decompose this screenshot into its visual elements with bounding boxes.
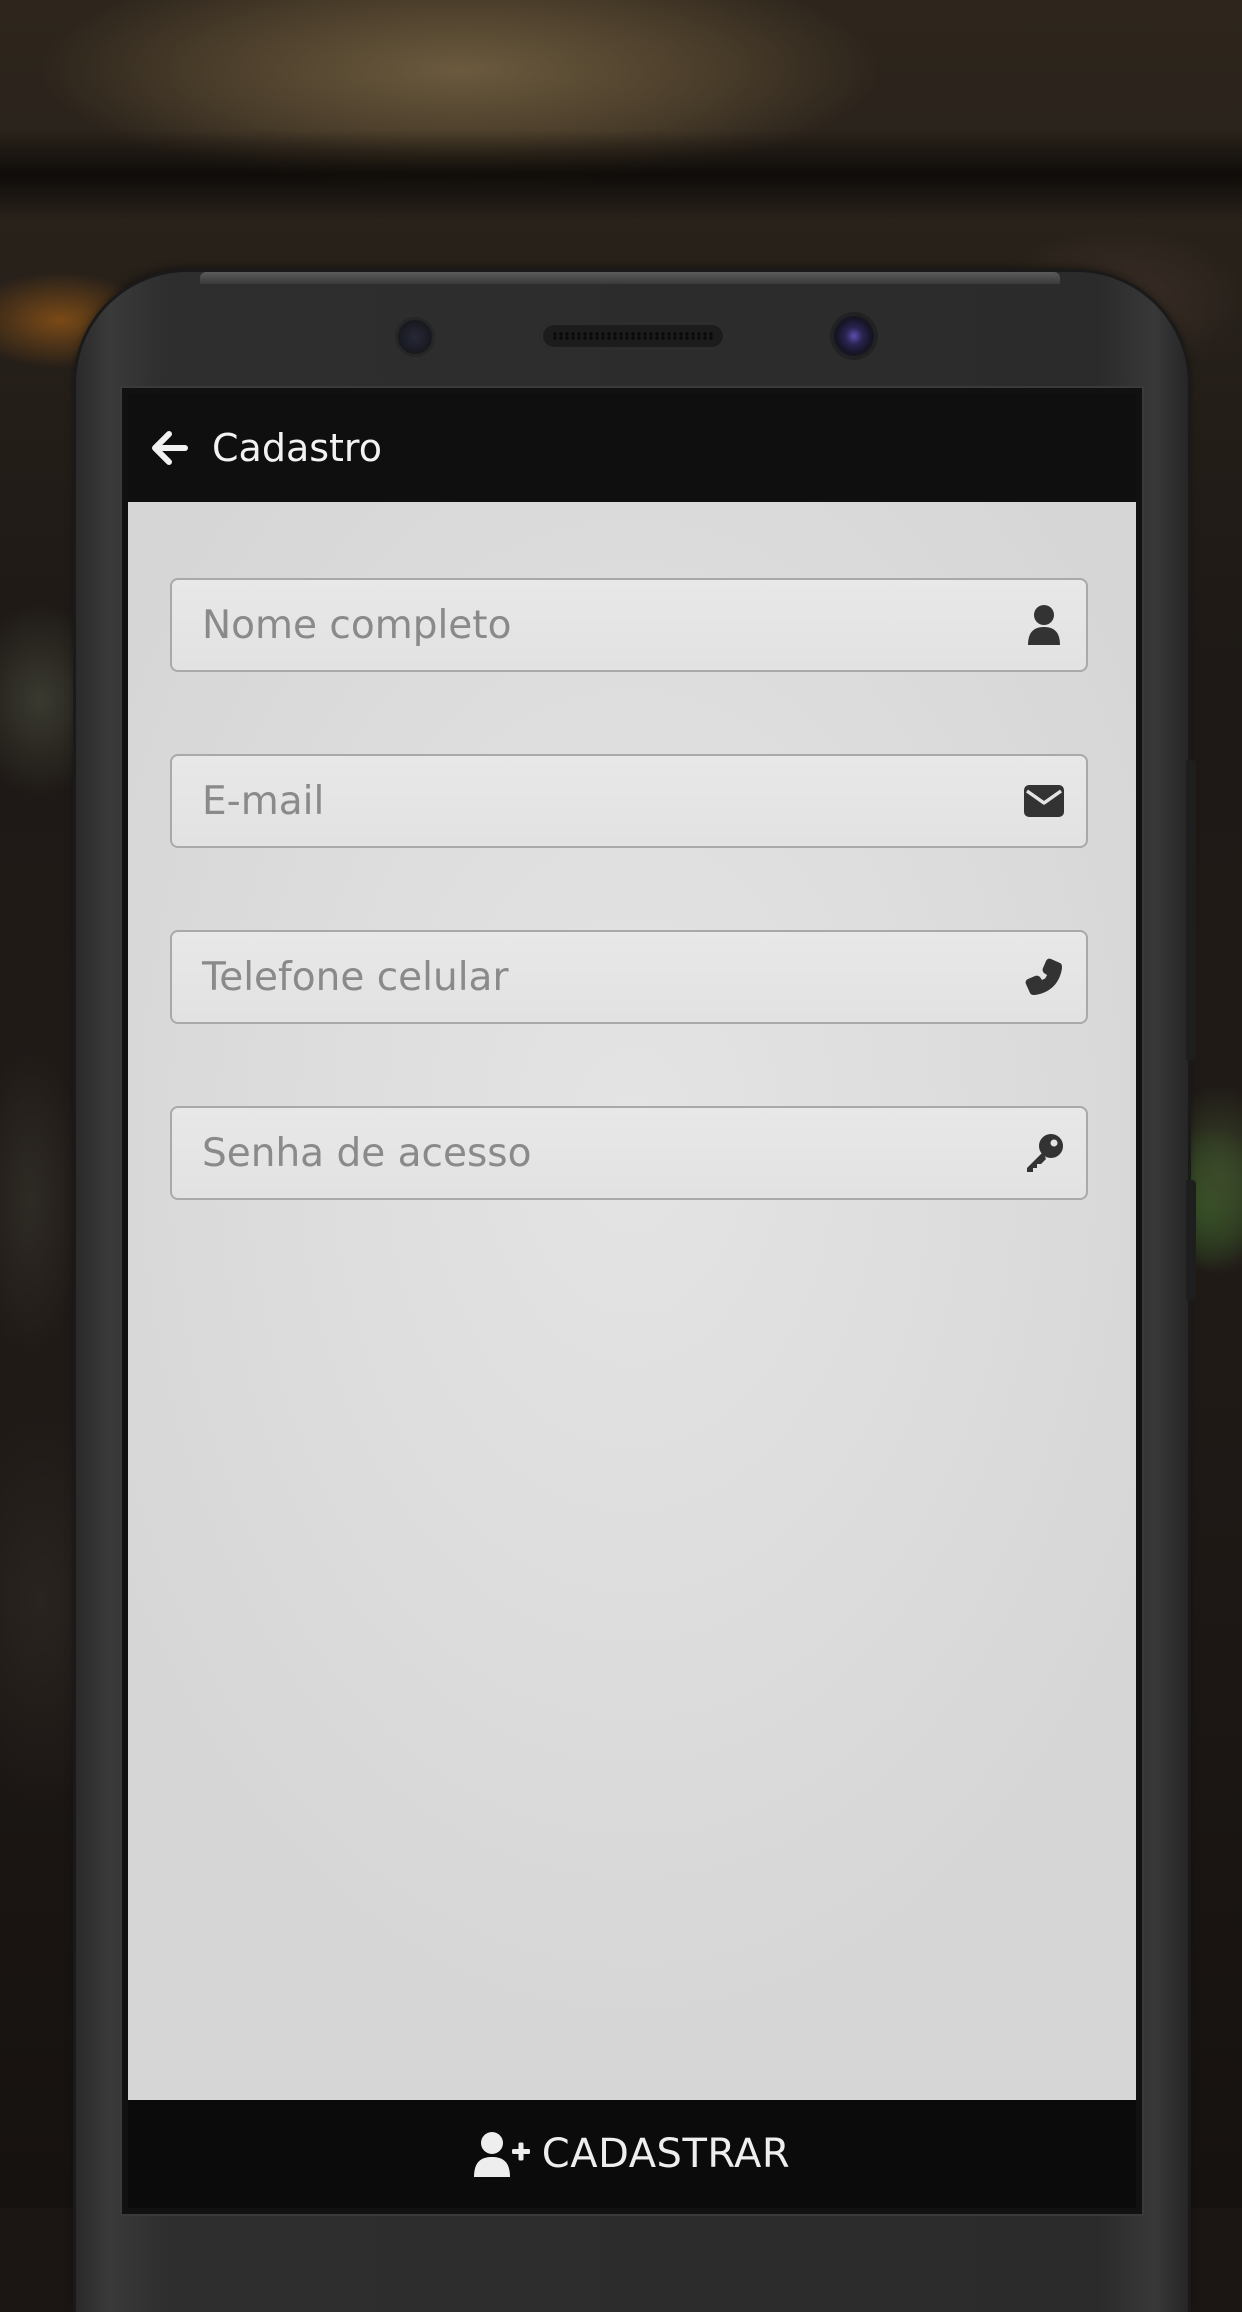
earpiece-speaker [540,322,726,350]
phone-field[interactable] [170,930,1088,1024]
email-input[interactable] [172,756,1022,846]
user-plus-icon [473,2130,532,2178]
envelope-icon [1022,779,1066,823]
register-button-label: CADASTRAR [541,2131,791,2177]
email-field[interactable] [170,754,1088,848]
password-field[interactable] [170,1106,1088,1200]
phone-screen: Cadastro Nome completo E-mail Telefone c… [128,394,1136,2208]
phone-top-rim [200,272,1060,284]
key-icon [1022,1131,1066,1175]
app-bar: Cadastro [128,394,1136,502]
phone-input[interactable] [172,932,1022,1022]
front-camera [834,316,874,356]
password-input[interactable] [172,1108,1022,1198]
page-title: Cadastro [212,426,382,470]
user-icon [1022,603,1066,647]
phone-volume-button [1186,760,1196,1060]
phone-power-button [1186,1180,1196,1300]
arrow-left-icon [152,431,188,465]
full-name-field[interactable] [170,578,1088,672]
back-button[interactable] [150,428,190,468]
proximity-sensor [398,320,432,354]
register-button[interactable]: CADASTRAR [128,2100,1136,2208]
full-name-input[interactable] [172,580,1022,670]
phone-icon [1022,955,1066,999]
background-shadow [0,130,1242,220]
form-area [128,502,1136,2100]
